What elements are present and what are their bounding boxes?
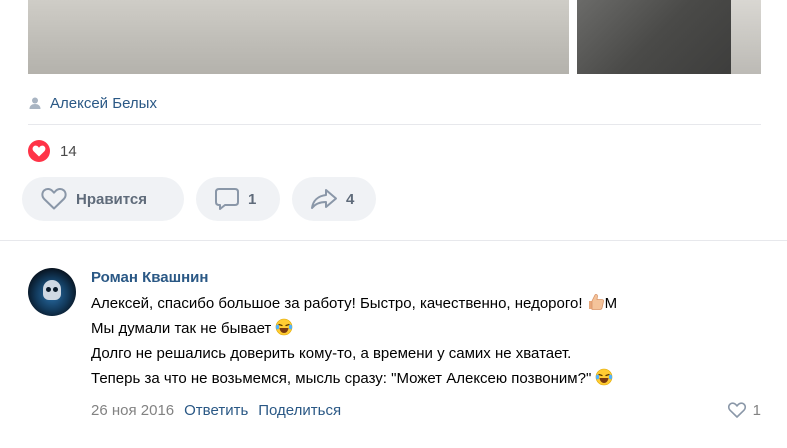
share-button[interactable]: 4: [292, 177, 376, 221]
comment-date[interactable]: 26 ноя 2016: [91, 402, 174, 419]
post-photo-1[interactable]: [28, 0, 569, 74]
comment-button[interactable]: 1: [196, 177, 280, 221]
comment-text-line: Мы думали так не бывает: [91, 316, 761, 341]
comment-like-count: 1: [752, 401, 761, 419]
comment-author[interactable]: Роман Квашнин: [91, 268, 761, 288]
comment-icon: [215, 188, 239, 210]
like-button[interactable]: Нравится: [22, 177, 184, 221]
avatar[interactable]: [28, 268, 76, 316]
comment-meta: 26 ноя 2016 Ответить Поделиться 1: [91, 400, 761, 420]
thumbs-up-emoji: [587, 293, 605, 311]
comment-text-line: Алексей, спасибо большое за работу! Быст…: [91, 293, 618, 312]
divider: [0, 240, 787, 241]
share-link[interactable]: Поделиться: [258, 402, 341, 419]
share-arrow-icon: [311, 189, 337, 209]
heart-filled-icon: [28, 140, 50, 162]
post-author[interactable]: Алексей Белых: [28, 94, 157, 112]
reply-link[interactable]: Ответить: [184, 402, 248, 419]
post-author-name[interactable]: Алексей Белых: [50, 95, 157, 112]
laughing-tears-emoji: [275, 318, 293, 336]
likes-count: 14: [60, 142, 77, 160]
person-icon: [28, 96, 42, 110]
heart-outline-icon: [41, 188, 67, 210]
comment-text-line: Долго не решались доверить кому-то, а вр…: [91, 345, 572, 362]
laughing-tears-emoji: [595, 368, 613, 386]
post-photo-2[interactable]: [577, 0, 761, 74]
post-actions: Нравится 1 4: [22, 177, 376, 221]
heart-outline-icon: [727, 402, 746, 418]
comment-like-button[interactable]: 1: [727, 401, 761, 419]
divider: [28, 124, 761, 125]
comment-text-line: Теперь за что не возьмемся, мысль сразу:…: [91, 366, 761, 391]
comment: Роман Квашнин Алексей, спасибо большое з…: [91, 268, 761, 391]
share-count: 4: [346, 190, 355, 208]
like-button-label: Нравится: [76, 190, 148, 208]
likes-summary[interactable]: 14: [28, 140, 77, 162]
comment-count: 1: [248, 190, 257, 208]
